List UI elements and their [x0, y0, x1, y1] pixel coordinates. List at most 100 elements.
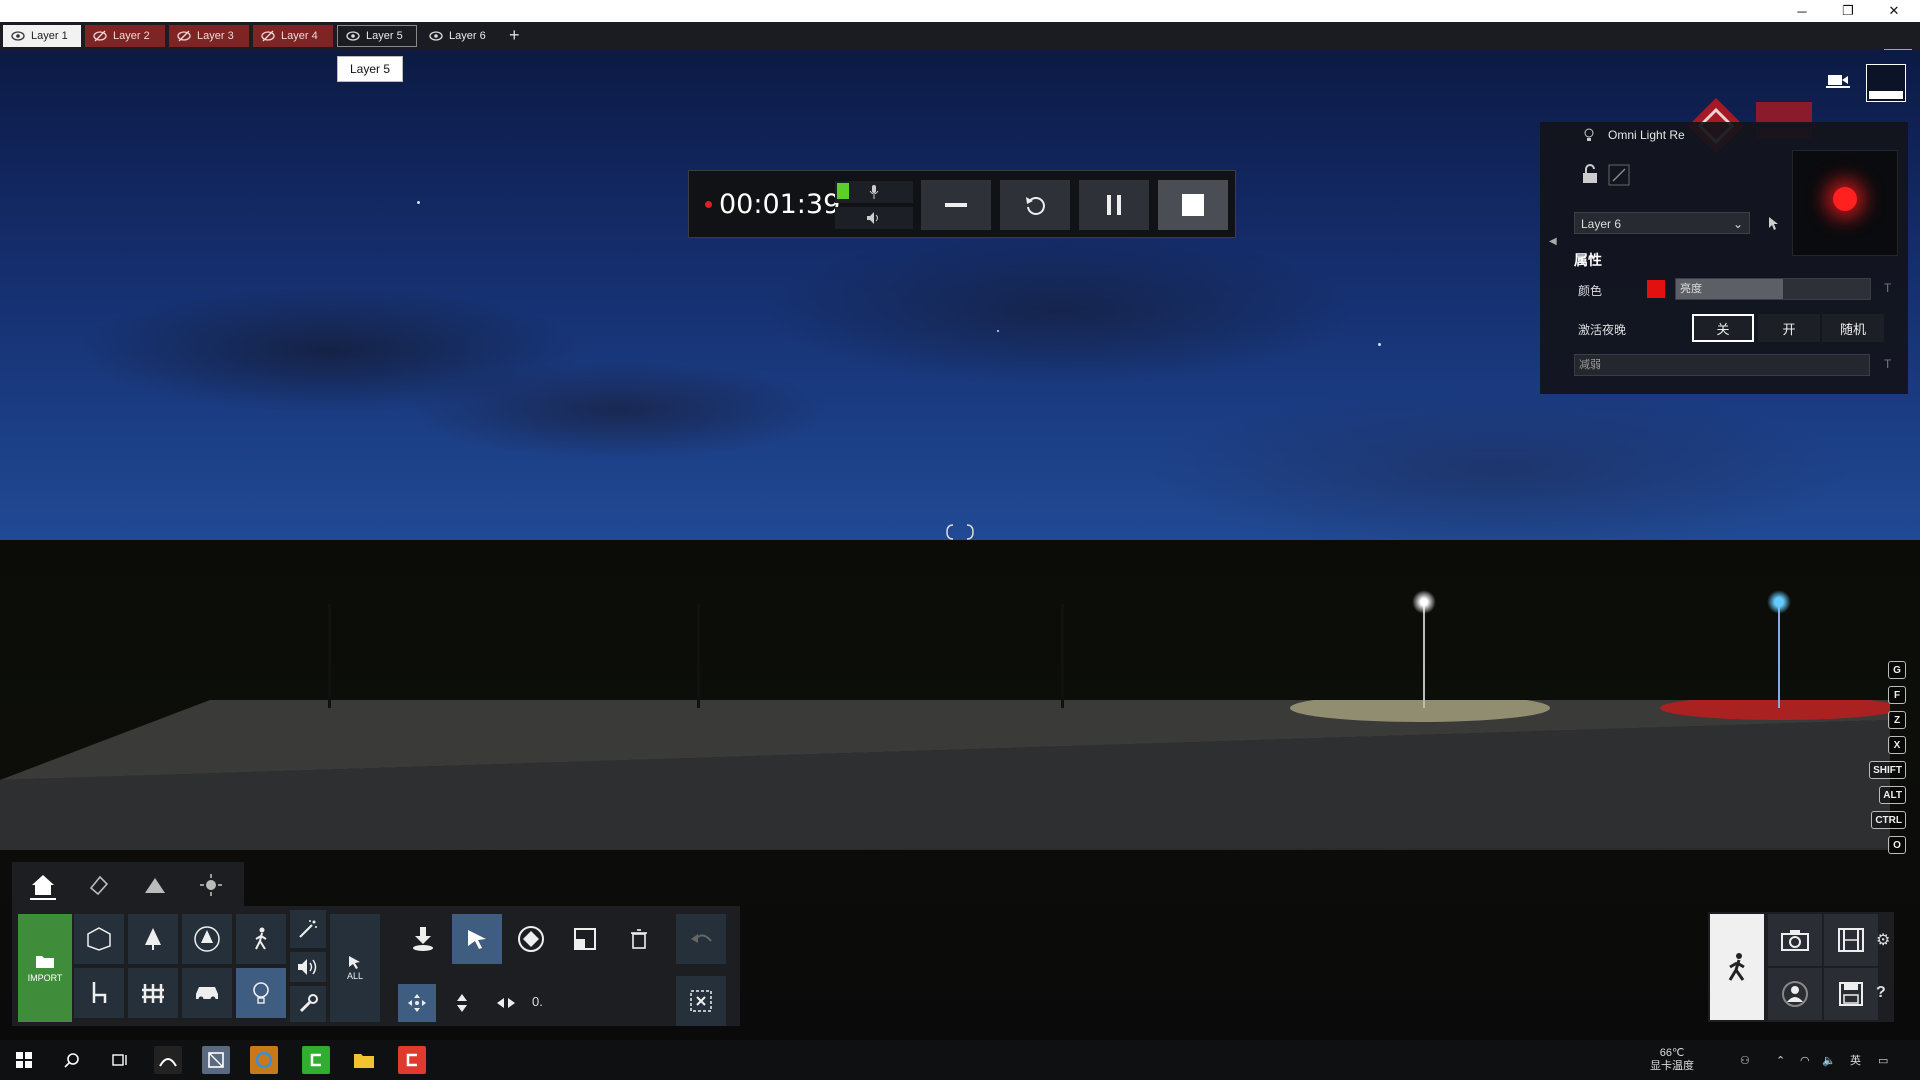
building-tool-button[interactable] [74, 914, 124, 964]
lamp-post-selected[interactable] [1778, 600, 1780, 708]
mic-meter[interactable] [835, 181, 913, 203]
key-o[interactable]: O [1888, 836, 1906, 854]
light-gizmo-icon[interactable] [1767, 590, 1791, 614]
key-x[interactable]: X [1888, 736, 1906, 754]
attenuation-slider[interactable]: 减弱 [1574, 354, 1870, 376]
tab-layer-1[interactable]: Layer 1 [3, 25, 81, 47]
night-option-off[interactable]: 关 [1692, 314, 1754, 342]
pause-recording-button[interactable] [1079, 180, 1149, 230]
pick-icon[interactable] [1768, 216, 1780, 230]
star [997, 330, 999, 332]
effects-tool-button[interactable] [290, 910, 326, 948]
undo-button[interactable] [676, 914, 726, 964]
text-toggle-button[interactable]: T [1884, 281, 1891, 295]
gpu-temp-widget[interactable]: 66℃ 显卡温度 [1650, 1040, 1694, 1080]
app-capture-icon[interactable] [202, 1046, 230, 1074]
attenuation-label: 减弱 [1579, 359, 1601, 371]
fullscreen-icon[interactable] [945, 523, 975, 541]
props-tool-button[interactable] [74, 968, 124, 1018]
rotate-tool-button[interactable] [506, 914, 556, 964]
help-icon[interactable]: ? [1876, 984, 1886, 1002]
restart-recording-button[interactable] [1000, 180, 1070, 230]
vehicle-tool-button[interactable] [182, 968, 232, 1018]
ime-indicator[interactable]: 英 [1850, 1040, 1861, 1080]
select-tool-button[interactable] [452, 914, 502, 964]
stop-recording-button[interactable] [1158, 180, 1228, 230]
video-mode-button[interactable] [1824, 914, 1878, 966]
tree-tool-button[interactable] [128, 914, 178, 964]
light-tool-button[interactable] [236, 968, 286, 1018]
vertical-move-button[interactable] [444, 984, 480, 1022]
app-lumion-icon[interactable] [154, 1046, 182, 1074]
settings-gear-icon[interactable]: ⚙ [1876, 930, 1890, 950]
key-alt[interactable]: ALT [1879, 786, 1906, 804]
key-g[interactable]: G [1888, 661, 1906, 679]
resize-icon[interactable] [1608, 164, 1630, 186]
network-icon[interactable]: ◠ [1800, 1040, 1810, 1080]
eye-off-icon [177, 30, 191, 42]
people-icon[interactable]: ⚇ [1740, 1040, 1750, 1080]
night-option-on[interactable]: 开 [1758, 314, 1820, 342]
app-camtasia-red-icon[interactable] [398, 1046, 426, 1074]
horizontal-move-button[interactable] [488, 984, 524, 1022]
offset-value-field[interactable]: 0. [532, 994, 543, 1009]
key-f[interactable]: F [1888, 686, 1906, 704]
eraser-icon[interactable] [86, 872, 112, 898]
import-button[interactable]: IMPORT [18, 914, 72, 1022]
app-camtasia-green-icon[interactable] [302, 1046, 330, 1074]
tab-layer-5[interactable]: Layer 5 [337, 25, 417, 47]
close-button[interactable]: ✕ [1872, 0, 1916, 22]
minimize-recorder-button[interactable] [921, 180, 991, 230]
collapse-panel-icon[interactable]: ◀ [1549, 236, 1557, 247]
color-swatch[interactable] [1647, 280, 1665, 298]
drop-to-ground-button[interactable] [398, 914, 448, 964]
deselect-button[interactable] [676, 976, 726, 1026]
save-button[interactable] [1824, 968, 1878, 1020]
home-icon[interactable] [30, 872, 56, 900]
delete-button[interactable] [614, 914, 664, 964]
sun-icon[interactable] [198, 872, 224, 898]
speaker-meter[interactable] [835, 207, 913, 229]
text-toggle-button[interactable]: T [1884, 357, 1891, 371]
add-layer-button[interactable]: + [509, 26, 520, 44]
fence-tool-button[interactable] [128, 968, 178, 1018]
wrench-tool-button[interactable] [290, 986, 326, 1022]
app-browser-icon[interactable] [250, 1046, 278, 1074]
sound-tool-button[interactable] [290, 952, 326, 982]
notification-icon[interactable]: ▭ [1878, 1040, 1888, 1080]
lamp-post[interactable] [1061, 604, 1064, 708]
terrain-icon[interactable] [142, 872, 168, 898]
move-tool-button[interactable] [398, 984, 436, 1022]
file-explorer-icon[interactable] [350, 1046, 378, 1074]
photo-mode-button[interactable] [1768, 914, 1822, 966]
search-icon[interactable] [58, 1046, 86, 1074]
volume-icon[interactable]: 🔈 [1822, 1040, 1836, 1080]
maximize-button[interactable]: ❐ [1826, 0, 1870, 22]
tab-layer-3[interactable]: Layer 3 [169, 25, 249, 47]
light-gizmo-icon[interactable] [1412, 590, 1436, 614]
night-option-random[interactable]: 随机 [1822, 314, 1884, 342]
tab-layer-4[interactable]: Layer 4 [253, 25, 333, 47]
walk-mode-button[interactable] [1710, 914, 1764, 1020]
chevron-up-icon[interactable]: ⌃ [1776, 1040, 1785, 1080]
select-all-button[interactable]: ALL [330, 914, 380, 1022]
key-z[interactable]: Z [1888, 711, 1906, 729]
unlock-icon[interactable] [1582, 164, 1598, 184]
task-view-icon[interactable] [106, 1046, 134, 1074]
tab-layer-2[interactable]: Layer 2 [85, 25, 165, 47]
key-ctrl[interactable]: CTRL [1871, 811, 1906, 829]
view-mode-button[interactable] [1866, 64, 1906, 102]
minimize-button[interactable]: ─ [1780, 0, 1824, 22]
layer-select[interactable]: Layer 6 ⌄ [1574, 212, 1750, 234]
lamp-post[interactable] [697, 604, 700, 708]
tab-layer-6[interactable]: Layer 6 [421, 25, 501, 47]
person-tool-button[interactable] [236, 914, 286, 964]
panorama-button[interactable] [1768, 968, 1822, 1020]
scale-tool-button[interactable] [560, 914, 610, 964]
lamp-post[interactable] [328, 604, 331, 708]
lamp-post-lit[interactable] [1423, 600, 1425, 708]
brightness-slider[interactable]: 亮度 [1675, 278, 1871, 300]
key-shift[interactable]: SHIFT [1869, 761, 1906, 779]
add-tree-tool-button[interactable] [182, 914, 232, 964]
windows-start-icon[interactable] [10, 1046, 38, 1074]
